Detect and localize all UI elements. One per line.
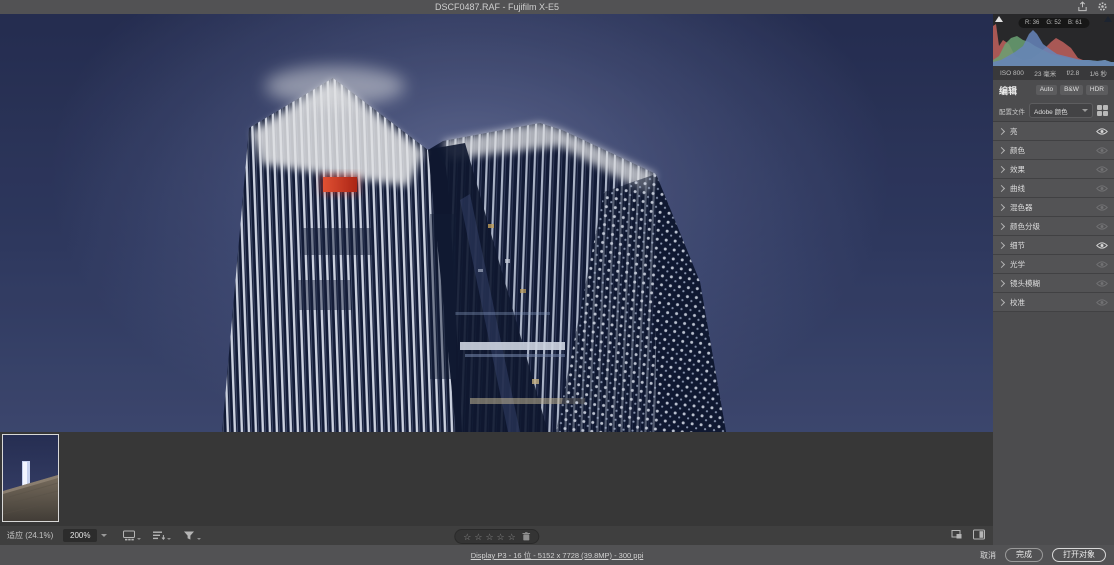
panel-calibration[interactable]: 校准 [993,293,1114,312]
chevron-right-icon [997,260,1006,268]
chevron-right-icon [997,241,1006,249]
chevron-right-icon [997,184,1006,192]
panel-effects[interactable]: 效果 [993,160,1114,179]
edit-title: 编辑 [999,85,1018,96]
star-icon[interactable]: ☆ [474,532,482,542]
cancel-button[interactable]: 取消 [980,550,996,561]
eye-icon[interactable] [1096,165,1108,174]
filter-icon[interactable] [183,530,202,541]
chevron-right-icon [997,279,1006,287]
eye-icon[interactable] [1096,222,1108,231]
profile-label: 配置文件 [999,108,1025,116]
rgb-readout: R: 36 G: 52 B: 61 [1017,18,1090,28]
sort-order-icon[interactable] [153,530,172,541]
chevron-right-icon [997,127,1006,135]
title-bar: DSCF0487.RAF - Fujifilm X-E5 [0,0,1114,14]
panel-lens-blur[interactable]: 镜头模糊 [993,274,1114,293]
exif-iso: ISO 800 [1000,69,1024,77]
bw-button[interactable]: B&W [1060,84,1083,96]
rgb-r-value: R: 36 [1024,20,1040,26]
rgb-g-value: G: 52 [1046,20,1062,26]
eye-icon[interactable] [1096,279,1108,288]
eye-icon[interactable] [1096,241,1108,250]
exif-info-bar: ISO 800 23 毫米 f/2.8 1/6 秒 [993,66,1114,80]
profile-value: Adobe 颜色 [1034,108,1068,116]
panel-color-grading[interactable]: 颜色分级 [993,217,1114,236]
zoom-dropdown-icon[interactable] [101,534,108,537]
panel-color[interactable]: 颜色 [993,141,1114,160]
panel-light[interactable]: 亮 [993,122,1114,141]
panel-curves[interactable]: 曲线 [993,179,1114,198]
status-bar: Display P3 - 16 位 - 5152 x 7728 (39.8MP)… [0,545,1114,565]
edit-header: 编辑 Auto B&W HDR [993,80,1114,100]
adjustment-panel-list: 亮 颜色 效果 曲线 混色器 颜色分级 细节 光学 镜头模糊 校准 [993,121,1114,312]
chevron-right-icon [997,222,1006,230]
fit-zoom-label[interactable]: 适应 (24.1%) [7,530,53,541]
shadow-clipping-icon[interactable] [995,16,1003,22]
exif-shutter: 1/6 秒 [1089,71,1107,78]
filmstrip-area [0,432,993,526]
profile-dropdown-icon [1082,109,1088,112]
export-icon[interactable] [1077,1,1088,12]
chevron-right-icon [997,146,1006,154]
star-icon[interactable]: ☆ [508,532,516,542]
star-icon[interactable]: ☆ [485,532,493,542]
before-after-view-icon[interactable] [951,529,963,540]
exif-focal-length: 23 毫米 [1034,71,1057,78]
star-rating-widget[interactable]: ☆ ☆ ☆ ☆ ☆ [454,529,540,544]
image-preview-canvas[interactable] [0,14,993,432]
panel-detail[interactable]: 细节 [993,236,1114,255]
workflow-options-link[interactable]: Display P3 - 16 位 - 5152 x 7728 (39.8MP)… [471,550,644,561]
auto-button[interactable]: Auto [1035,84,1058,96]
rgb-b-value: B: 61 [1068,20,1083,26]
eye-icon[interactable] [1096,203,1108,212]
view-toolbar: 适应 (24.1%) 200% ☆ ☆ ☆ ☆ ☆ [0,526,993,545]
thumbnail-selected[interactable] [2,434,59,522]
chevron-right-icon [997,298,1006,306]
star-icon[interactable]: ☆ [497,532,505,542]
eye-icon[interactable] [1096,184,1108,193]
toggle-panel-icon[interactable] [973,529,985,540]
eye-icon[interactable] [1096,260,1108,269]
done-button[interactable]: 完成 [1005,548,1043,562]
panel-color-mixer[interactable]: 混色器 [993,198,1114,217]
eye-icon[interactable] [1096,146,1108,155]
settings-gear-icon[interactable] [1097,1,1108,12]
filmstrip-toggle-icon[interactable] [123,530,142,541]
open-object-button[interactable]: 打开对象 [1052,548,1106,562]
histogram[interactable]: R: 36 G: 52 B: 61 [993,14,1114,66]
highlight-clipping-icon[interactable] [1104,16,1112,22]
chevron-right-icon [997,165,1006,173]
chevron-right-icon [997,203,1006,211]
browse-profiles-icon[interactable] [1097,105,1108,116]
reject-trash-icon[interactable] [522,532,531,541]
edit-sidebar: R: 36 G: 52 B: 61 ISO 800 23 毫米 f/2.8 1/… [993,14,1114,545]
panel-optics[interactable]: 光学 [993,255,1114,274]
exif-aperture: f/2.8 [1066,69,1080,77]
hdr-button[interactable]: HDR [1085,84,1108,96]
star-icon[interactable]: ☆ [463,532,471,542]
window-title: DSCF0487.RAF - Fujifilm X-E5 [434,2,560,12]
profile-select[interactable]: Adobe 颜色 [1029,103,1093,118]
profile-row: 配置文件 Adobe 颜色 [993,100,1114,121]
eye-icon[interactable] [1096,298,1108,307]
zoom-level-select[interactable]: 200% [63,529,98,542]
eye-icon[interactable] [1096,127,1108,136]
